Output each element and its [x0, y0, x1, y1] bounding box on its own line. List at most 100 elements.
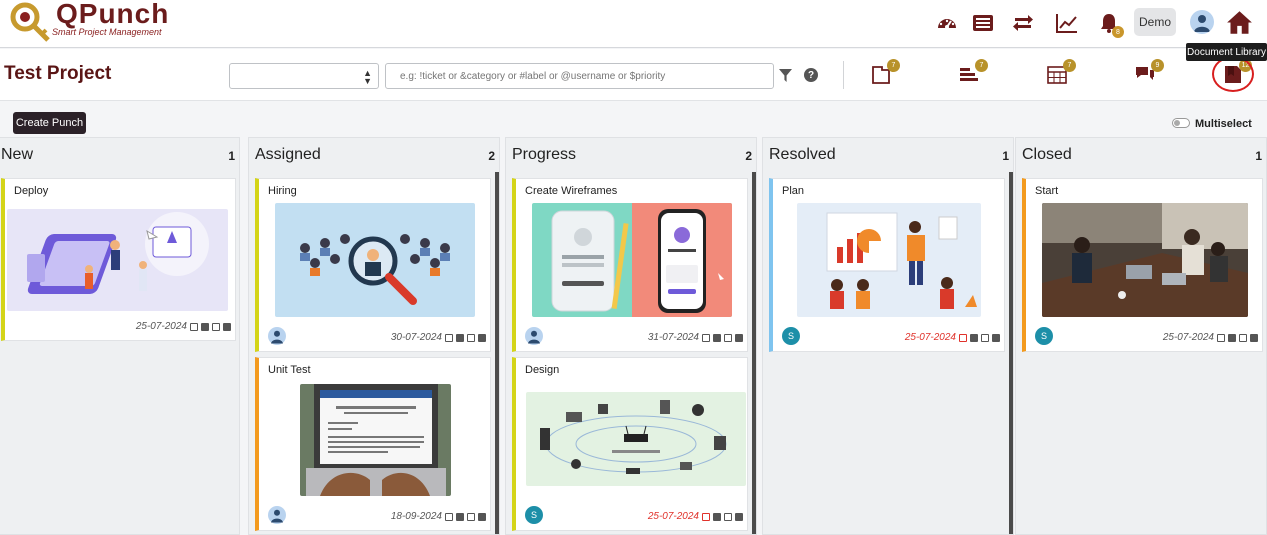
calendar-icon[interactable] [702, 512, 710, 521]
qpunch-logo[interactable]: QPunch Smart Project Management [6, 0, 176, 46]
calendar-icon[interactable] [702, 333, 710, 342]
create-punch-button[interactable]: Create Punch [13, 112, 86, 134]
column-count: 1 [1255, 149, 1262, 163]
column-progress: Progress 2 Create Wireframes 31-07-2024 … [505, 137, 757, 535]
deploy-illustration-icon [27, 212, 209, 294]
assignee-avatar[interactable] [525, 327, 543, 345]
trash-icon[interactable] [223, 322, 231, 331]
column-resolved: Resolved 1 Plan S 25-07-2024 [762, 137, 1014, 535]
card-title: Start [1035, 185, 1059, 197]
trash-icon[interactable] [735, 333, 743, 342]
column-header: New 1 [0, 146, 239, 168]
archive-icon[interactable] [713, 512, 721, 521]
copy-icon[interactable] [467, 333, 475, 342]
chart-icon[interactable] [1054, 10, 1080, 36]
column-scrollbar[interactable] [1009, 172, 1013, 534]
user-avatar[interactable] [1190, 10, 1214, 34]
home-icon[interactable] [1225, 8, 1253, 36]
document-library-tooltip: Document Library [1186, 43, 1267, 61]
assignee-avatar[interactable]: S [525, 506, 543, 524]
comments-badge: 9 [1151, 59, 1164, 72]
calendar-icon[interactable] [1217, 333, 1225, 342]
card-image [300, 384, 451, 496]
calendar-icon[interactable] [190, 322, 198, 331]
trash-icon[interactable] [735, 512, 743, 521]
comments-icon[interactable]: 9 [1134, 59, 1164, 87]
calendar-icon[interactable] [445, 333, 453, 342]
copy-icon[interactable] [724, 333, 732, 342]
column-title: Resolved [769, 146, 836, 163]
card-title: Unit Test [268, 364, 311, 376]
card-date: 25-07-2024 [647, 511, 699, 522]
user-menu-button[interactable]: Demo [1134, 8, 1176, 36]
copy-icon[interactable] [212, 322, 220, 331]
copy-icon[interactable] [981, 333, 989, 342]
sync-icon[interactable] [1010, 10, 1036, 36]
calendar-badge: 7 [1063, 59, 1076, 72]
card-image [532, 203, 732, 317]
trash-icon[interactable] [1250, 333, 1258, 342]
archive-icon[interactable] [456, 333, 464, 342]
assignee-avatar[interactable]: S [1035, 327, 1053, 345]
top-navbar: QPunch Smart Project Management 8 Demo [0, 0, 1267, 48]
copy-icon[interactable] [1239, 333, 1247, 342]
column-scrollbar[interactable] [495, 172, 499, 534]
column-assigned: Assigned 2 Hiring 30-07-2024 Unit Test 1… [248, 137, 500, 535]
copy-icon[interactable] [724, 512, 732, 521]
archive-icon[interactable] [1228, 333, 1236, 342]
archive-icon[interactable] [970, 333, 978, 342]
card-footer-overdue: 25-07-2024 [648, 511, 743, 522]
column-title: Progress [512, 146, 577, 163]
calendar-icon[interactable] [445, 512, 453, 521]
calendar-icon[interactable]: 7 [1046, 59, 1076, 87]
card-image [275, 203, 475, 317]
category-icon[interactable]: 7 [958, 59, 988, 87]
task-card-create-wireframes[interactable]: Create Wireframes 31-07-2024 [512, 178, 748, 352]
task-card-hiring[interactable]: Hiring 30-07-2024 [255, 178, 491, 352]
archive-icon[interactable] [201, 322, 209, 331]
project-filter-select[interactable]: ▲ ▼ [229, 63, 379, 89]
column-header: Closed 1 [1016, 146, 1266, 168]
task-card-plan[interactable]: Plan S 25-07-2024 [769, 178, 1005, 352]
assignee-avatar[interactable] [268, 506, 286, 524]
copy-icon[interactable] [467, 512, 475, 521]
task-card-deploy[interactable]: Deploy 25-07-2024 [1, 178, 236, 341]
toolbar-divider [843, 61, 844, 89]
task-card-start[interactable]: Start S 25-07-2024 [1022, 178, 1263, 352]
card-footer: 25-07-2024 [136, 321, 231, 332]
bell-icon[interactable]: 8 [1096, 10, 1124, 38]
filter-icon[interactable] [779, 69, 792, 82]
dashboard-icon[interactable] [934, 10, 960, 36]
assignee-avatar[interactable]: S [782, 327, 800, 345]
multiselect-label: Multiselect [1195, 118, 1252, 130]
multiselect-toggle[interactable] [1172, 118, 1190, 128]
archive-icon[interactable] [713, 333, 721, 342]
hiring-illustration-icon [300, 234, 450, 305]
tickets-icon[interactable]: 7 [870, 59, 900, 87]
card-image [7, 209, 228, 311]
wireframe-illustration-icon [551, 203, 732, 317]
card-date: 18-09-2024 [390, 511, 442, 522]
calendar-icon[interactable] [959, 333, 967, 342]
list-icon[interactable] [970, 10, 996, 36]
column-title: Assigned [255, 146, 321, 163]
card-footer: 31-07-2024 [648, 332, 743, 343]
column-count: 2 [488, 149, 495, 163]
trash-icon[interactable] [478, 333, 486, 342]
search-input[interactable] [385, 63, 774, 89]
column-scrollbar[interactable] [752, 172, 756, 534]
help-icon[interactable]: ? [804, 68, 818, 82]
assignee-avatar[interactable] [268, 327, 286, 345]
avatar-image-icon [271, 330, 283, 344]
highlight-circle [1212, 56, 1254, 92]
column-header: Assigned 2 [249, 146, 499, 168]
card-date: 31-07-2024 [647, 332, 699, 343]
trash-icon[interactable] [478, 512, 486, 521]
task-card-design[interactable]: Design S 25-07-2024 [512, 357, 748, 531]
trash-icon[interactable] [992, 333, 1000, 342]
project-toolbar: Test Project ▲▼ ? 7 7 7 9 12 [0, 49, 1267, 101]
archive-icon[interactable] [456, 512, 464, 521]
task-card-unit-test[interactable]: Unit Test 18-09-2024 [255, 357, 491, 531]
avatar-image-icon [271, 509, 283, 523]
notification-badge: 8 [1112, 26, 1124, 38]
